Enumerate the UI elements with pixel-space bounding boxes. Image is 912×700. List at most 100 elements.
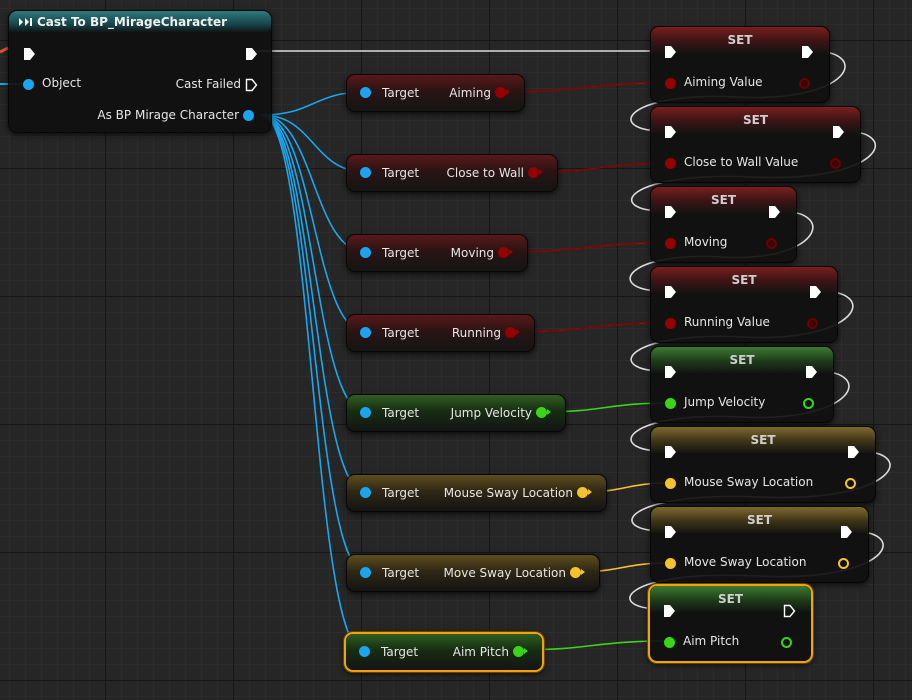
set-node[interactable]: SET Mouse Sway Location bbox=[650, 426, 876, 503]
cast-node-title: Cast To BP_MirageCharacter bbox=[37, 15, 228, 29]
getter-output-pin[interactable] bbox=[577, 487, 592, 498]
set-exec-out-pin[interactable] bbox=[809, 285, 822, 298]
set-value-input-pin[interactable] bbox=[665, 398, 676, 409]
set-variable-label: Close to Wall Value bbox=[684, 155, 799, 169]
getter-variable-label: Mouse Sway Location bbox=[443, 486, 573, 500]
getter-node[interactable]: Target Aim Pitch bbox=[344, 632, 544, 672]
target-label: Target bbox=[382, 326, 420, 340]
getter-node[interactable]: Target Running bbox=[346, 314, 535, 352]
set-exec-in-pin[interactable] bbox=[663, 604, 676, 617]
getter-variable-label: Jump Velocity bbox=[450, 406, 532, 420]
set-variable-label: Mouse Sway Location bbox=[684, 475, 814, 489]
set-node[interactable]: SET Close to Wall Value bbox=[650, 106, 861, 183]
set-exec-in-pin[interactable] bbox=[664, 525, 677, 538]
set-exec-out-pin[interactable] bbox=[832, 125, 845, 138]
getter-variable-label: Moving bbox=[450, 246, 494, 260]
target-input-pin[interactable] bbox=[360, 87, 371, 98]
incoming-exec-wire bbox=[0, 46, 9, 54]
set-value-output-pin[interactable] bbox=[803, 398, 814, 409]
object-label: Object bbox=[42, 76, 82, 90]
getter-node[interactable]: Target Mouse Sway Location bbox=[346, 474, 607, 512]
set-exec-out-pin[interactable] bbox=[847, 445, 860, 458]
set-value-input-pin[interactable] bbox=[665, 478, 676, 489]
cast-to-node[interactable]: Cast To BP_MirageCharacter Object Cast F… bbox=[8, 10, 272, 133]
set-exec-out-pin[interactable] bbox=[768, 205, 781, 218]
set-variable-label: Aim Pitch bbox=[683, 634, 740, 648]
getter-node[interactable]: Target Aiming bbox=[346, 74, 525, 112]
target-label: Target bbox=[382, 406, 420, 420]
set-value-output-pin[interactable] bbox=[838, 558, 849, 569]
set-exec-in-pin[interactable] bbox=[664, 125, 677, 138]
getter-output-pin-arrow-icon bbox=[509, 249, 513, 255]
set-value-output-pin[interactable] bbox=[845, 478, 856, 489]
getter-output-pin[interactable] bbox=[495, 87, 510, 98]
getter-variable-label: Move Sway Location bbox=[443, 566, 566, 580]
set-exec-in-pin[interactable] bbox=[664, 205, 677, 218]
getter-node[interactable]: Target Close to Wall bbox=[346, 154, 558, 192]
set-exec-out-pin[interactable] bbox=[801, 45, 814, 58]
target-input-pin[interactable] bbox=[359, 646, 370, 657]
set-exec-in-pin[interactable] bbox=[664, 445, 677, 458]
set-variable-label: Move Sway Location bbox=[684, 555, 807, 569]
object-input-pin[interactable] bbox=[23, 79, 34, 90]
set-value-input-pin[interactable] bbox=[665, 158, 676, 169]
set-node[interactable]: SET Aim Pitch bbox=[648, 584, 813, 663]
set-node-title: SET bbox=[651, 507, 868, 533]
target-label: Target bbox=[382, 166, 420, 180]
set-variable-label: Running Value bbox=[684, 315, 770, 329]
getter-variable-label: Aim Pitch bbox=[452, 645, 509, 659]
getter-node[interactable]: Target Moving bbox=[346, 234, 528, 272]
set-value-output-pin[interactable] bbox=[766, 238, 777, 249]
target-input-pin[interactable] bbox=[360, 487, 371, 498]
target-label: Target bbox=[381, 645, 419, 659]
set-node[interactable]: SET Jump Velocity bbox=[650, 346, 834, 423]
getter-output-pin-arrow-icon bbox=[581, 569, 585, 575]
getter-variable-label: Aiming bbox=[449, 86, 491, 100]
set-value-input-pin[interactable] bbox=[665, 558, 676, 569]
getter-output-pin[interactable] bbox=[513, 646, 528, 657]
target-input-pin[interactable] bbox=[360, 407, 371, 418]
set-value-input-pin[interactable] bbox=[664, 637, 675, 648]
target-label: Target bbox=[382, 566, 420, 580]
getter-output-pin[interactable] bbox=[498, 247, 513, 258]
set-node[interactable]: SET Move Sway Location bbox=[650, 506, 869, 583]
target-input-pin[interactable] bbox=[360, 327, 371, 338]
getter-output-pin[interactable] bbox=[505, 327, 520, 338]
set-value-input-pin[interactable] bbox=[665, 78, 676, 89]
set-exec-in-pin[interactable] bbox=[664, 365, 677, 378]
getter-output-pin-arrow-icon bbox=[506, 89, 510, 95]
set-exec-in-pin[interactable] bbox=[664, 285, 677, 298]
set-value-output-pin[interactable] bbox=[799, 78, 810, 89]
set-exec-out-pin[interactable] bbox=[783, 604, 796, 618]
target-label: Target bbox=[382, 486, 420, 500]
set-value-input-pin[interactable] bbox=[665, 318, 676, 329]
set-exec-out-pin[interactable] bbox=[840, 525, 853, 538]
target-input-pin[interactable] bbox=[360, 167, 371, 178]
as-character-output-pin[interactable] bbox=[243, 110, 254, 121]
set-exec-in-pin[interactable] bbox=[664, 45, 677, 58]
cast-failed-exec-pin[interactable] bbox=[245, 78, 258, 92]
set-exec-out-pin[interactable] bbox=[805, 365, 818, 378]
set-value-output-pin[interactable] bbox=[781, 637, 792, 648]
data-wire bbox=[499, 82, 671, 93]
getter-output-pin[interactable] bbox=[570, 567, 585, 578]
cast-arrows-icon bbox=[18, 16, 32, 28]
cast-exec-in-pin[interactable] bbox=[23, 47, 36, 60]
set-node[interactable]: SET Aiming Value bbox=[650, 26, 830, 103]
cast-node-header: Cast To BP_MirageCharacter bbox=[9, 11, 271, 33]
getter-node[interactable]: Target Jump Velocity bbox=[346, 394, 566, 432]
set-node[interactable]: SET Running Value bbox=[650, 266, 838, 343]
target-input-pin[interactable] bbox=[360, 567, 371, 578]
as-character-label: As BP Mirage Character bbox=[97, 108, 239, 122]
set-variable-label: Aiming Value bbox=[684, 75, 763, 89]
set-value-input-pin[interactable] bbox=[665, 238, 676, 249]
set-value-output-pin[interactable] bbox=[807, 318, 818, 329]
set-value-output-pin[interactable] bbox=[830, 158, 841, 169]
getter-output-pin[interactable] bbox=[528, 167, 543, 178]
target-input-pin[interactable] bbox=[360, 247, 371, 258]
set-node[interactable]: SET Moving bbox=[650, 186, 797, 263]
getter-node[interactable]: Target Move Sway Location bbox=[346, 554, 600, 592]
cast-exec-out-pin[interactable] bbox=[245, 47, 258, 60]
getter-output-pin[interactable] bbox=[536, 407, 551, 418]
set-node-title: SET bbox=[651, 107, 860, 133]
